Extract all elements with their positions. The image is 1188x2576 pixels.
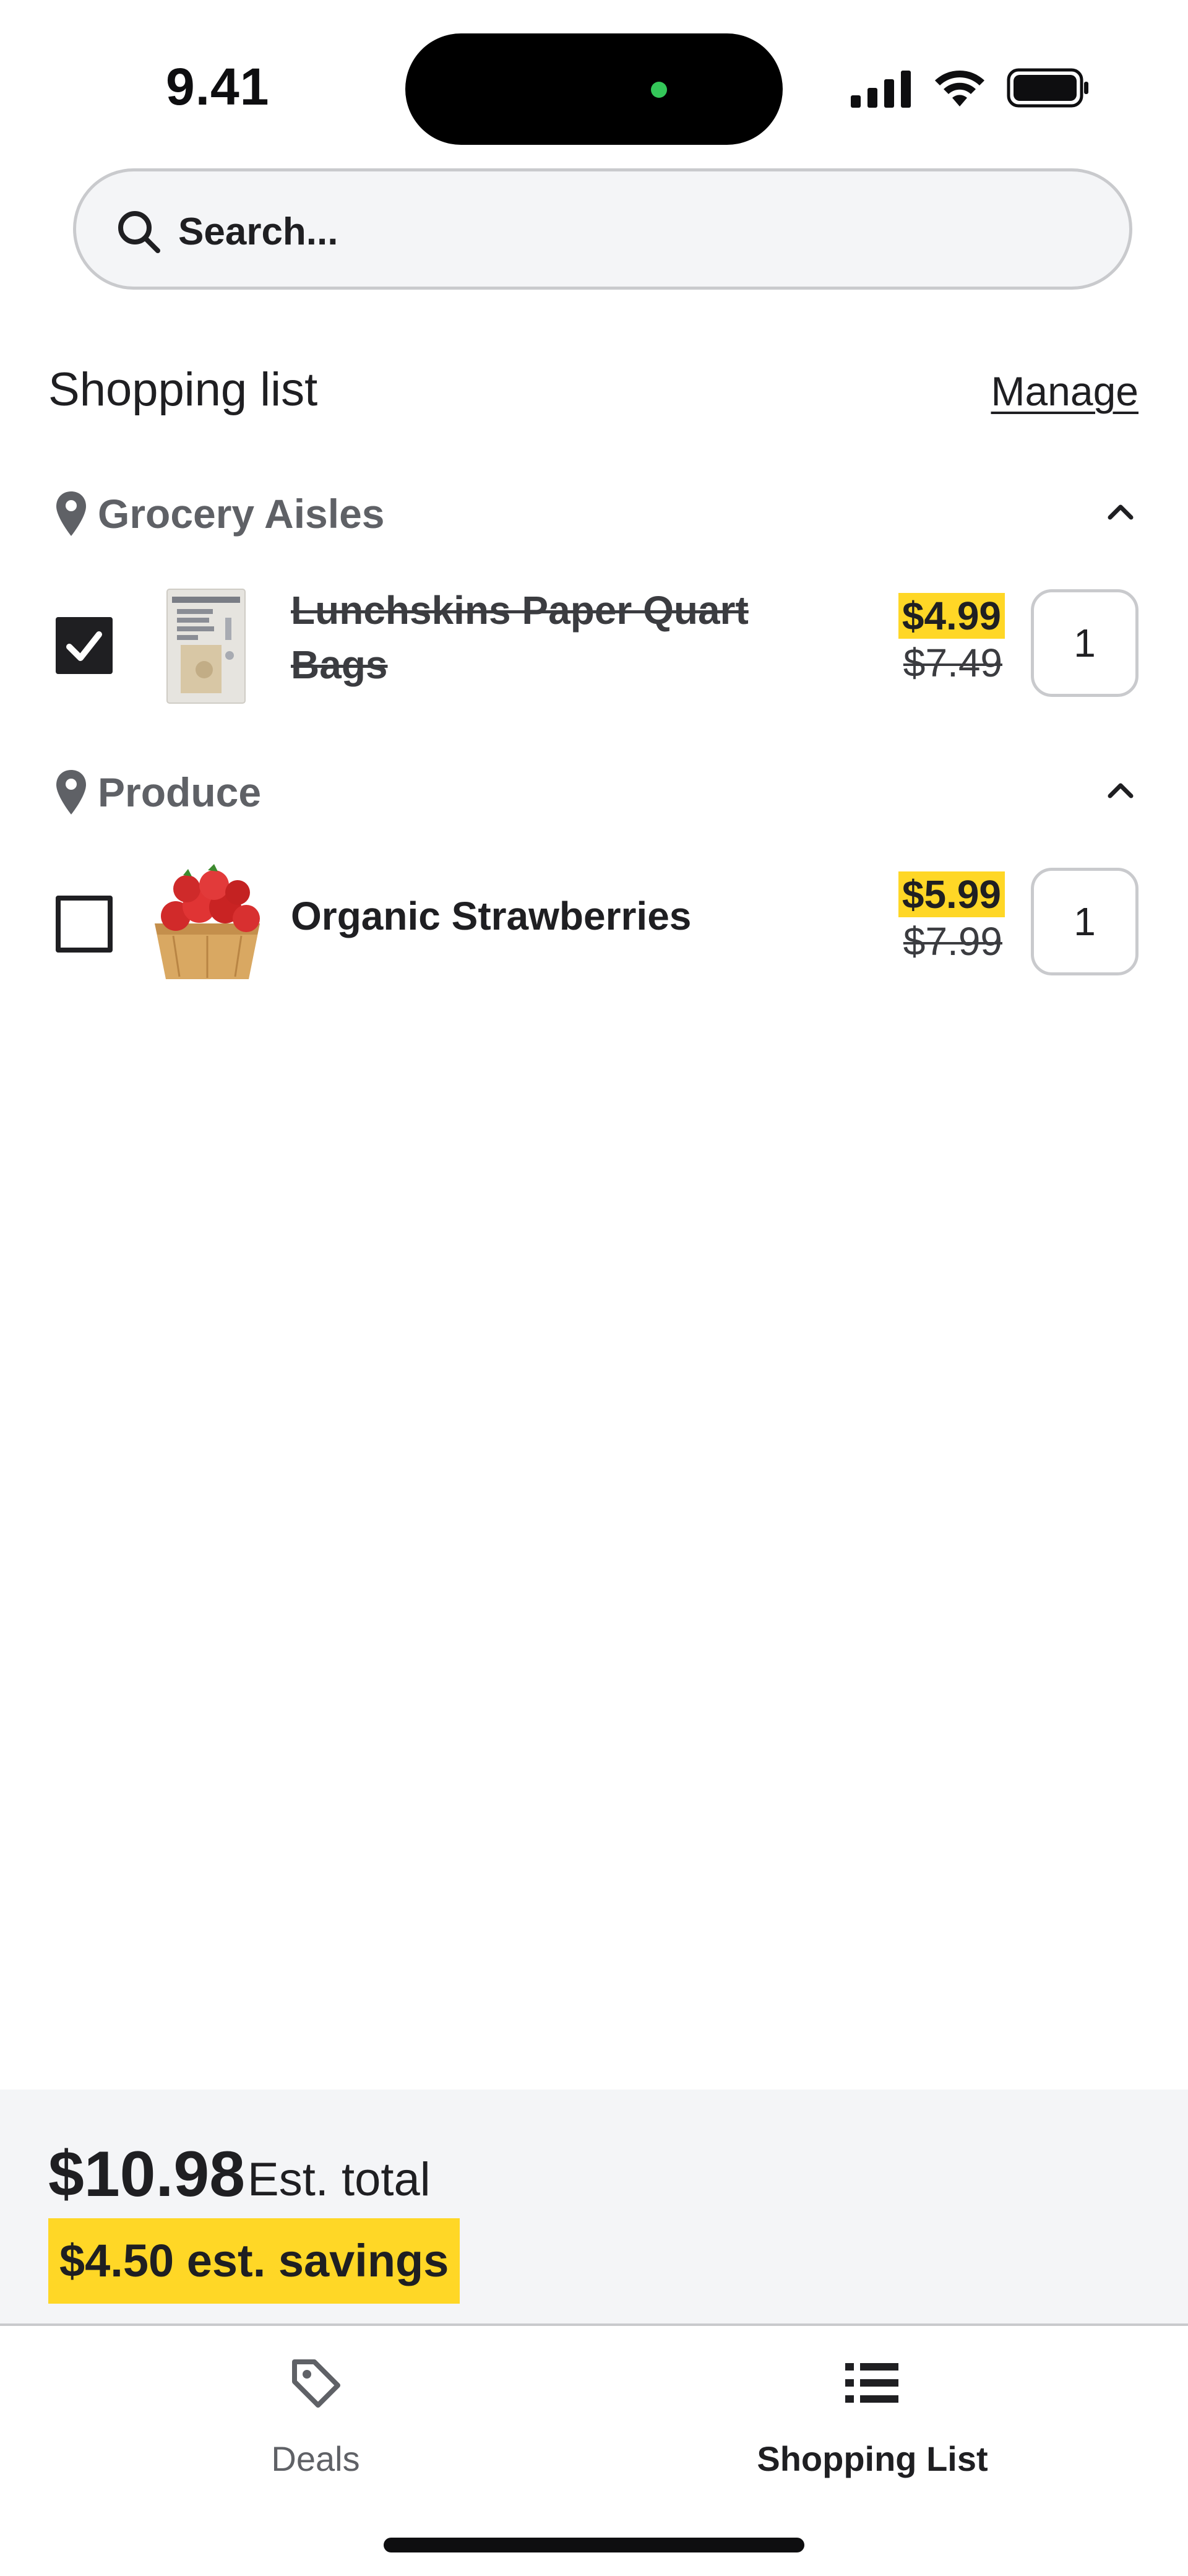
section-label: Produce [98,769,262,815]
status-bar: 9.41 [0,0,1188,161]
product-name: Organic Strawberries [291,894,692,938]
wifi-icon [935,71,984,106]
list-item: Lunchskins Paper Quart Bags $4.99 $7.49 … [0,571,1188,719]
search-placeholder: Search... [178,210,338,253]
product-name: Lunchskins Paper Quart Bags [291,588,749,687]
location-pin-icon [56,491,86,536]
status-icons [851,66,1092,109]
location-pin-icon [56,770,86,815]
original-price: $7.49 [903,641,1002,685]
camera-indicator-dot [651,82,667,98]
list-item: Organic Strawberries $5.99 $7.99 1 [0,849,1188,998]
battery-icon [1007,68,1088,108]
item-checkbox[interactable] [56,896,113,953]
sale-price: $5.99 [898,871,1005,917]
search-icon [118,211,160,253]
savings-badge: $4.50 est. savings [48,2218,460,2304]
estimated-total-label: Est. total [248,2153,431,2206]
tag-icon [292,2359,340,2408]
sale-price: $4.99 [898,593,1005,639]
nav-tab-shopping-list[interactable]: Shopping List [687,2353,1058,2489]
checkmark-icon [66,631,102,661]
cellular-signal-icon [851,71,911,108]
list-icon [845,2363,898,2403]
nav-tab-deals[interactable]: Deals [130,2353,501,2489]
manage-link[interactable]: Manage [991,368,1138,415]
page-title: Shopping list [48,363,318,416]
nav-label: Deals [271,2439,360,2478]
section-header-produce[interactable]: Produce [0,753,1188,827]
quantity-selector[interactable]: 1 [1031,868,1138,975]
product-image [166,589,246,704]
nav-label: Shopping List [757,2439,988,2478]
dynamic-island [405,33,783,145]
status-time: 9.41 [166,58,270,116]
estimated-total-amount: $10.98 [48,2138,246,2210]
original-price: $7.99 [903,919,1002,964]
home-indicator [384,2538,804,2552]
chevron-up-icon[interactable] [1105,777,1136,802]
order-summary: $10.98 Est. total $4.50 est. savings [0,2090,1188,2326]
product-image [155,864,260,979]
chevron-up-icon[interactable] [1105,499,1136,524]
section-label: Grocery Aisles [98,491,385,537]
search-input[interactable]: Search... [73,168,1132,290]
quantity-selector[interactable]: 1 [1031,589,1138,697]
item-checkbox[interactable] [56,617,113,674]
section-header-grocery-aisles[interactable]: Grocery Aisles [0,474,1188,548]
